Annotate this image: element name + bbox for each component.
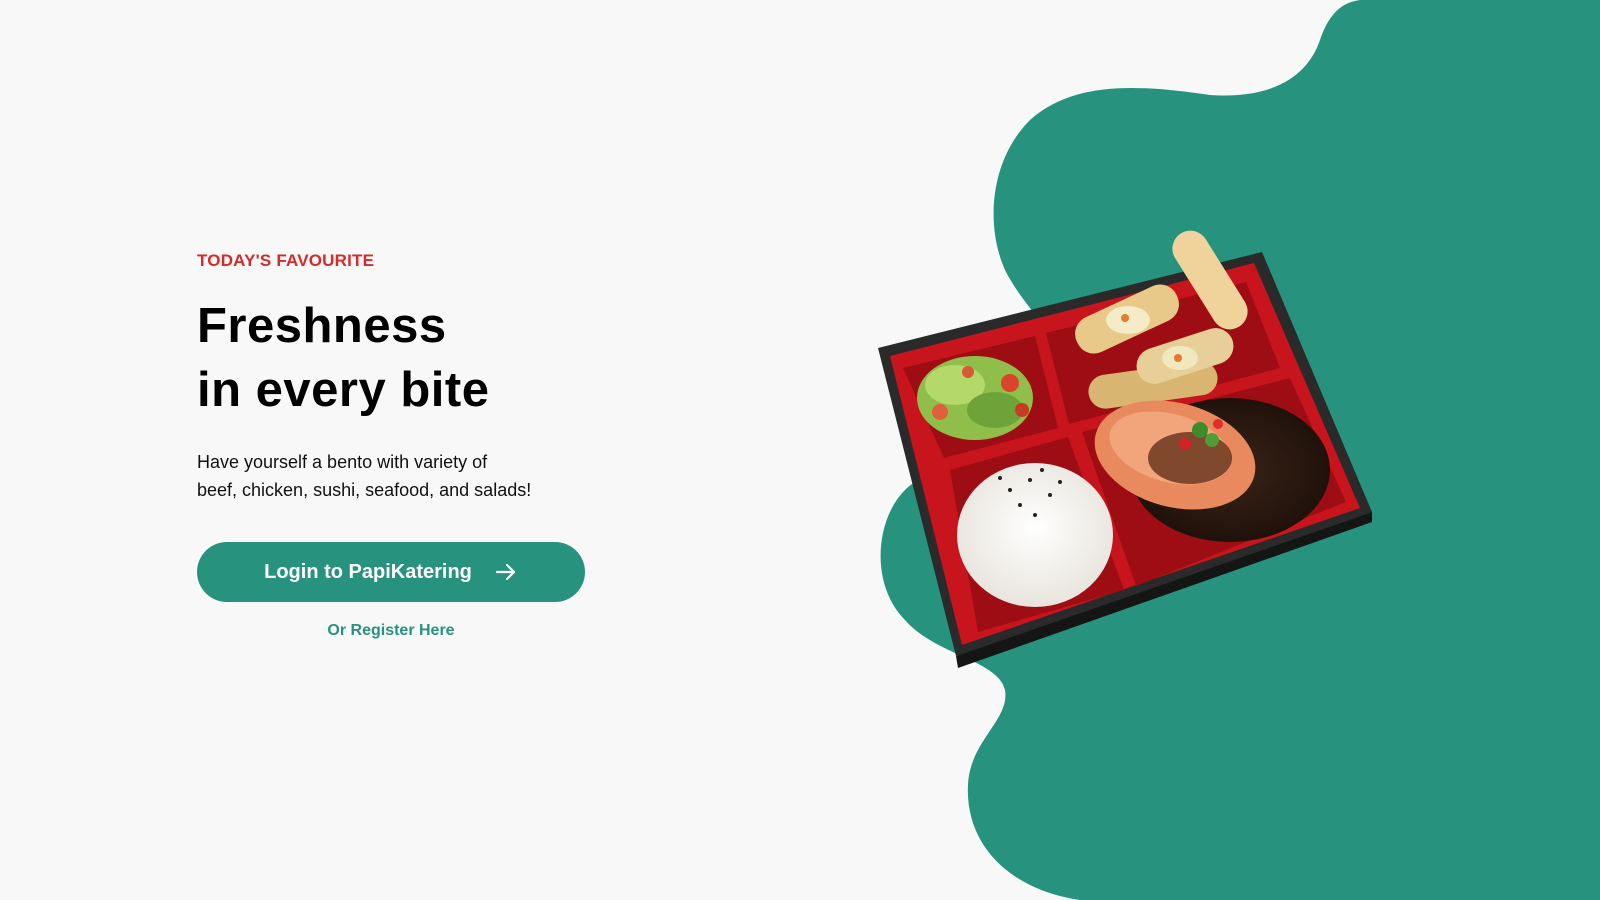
eyebrow-label: TODAY'S FAVOURITE bbox=[197, 251, 375, 270]
arrow-right-icon bbox=[495, 563, 515, 581]
description: Have yourself a bento with variety of be… bbox=[197, 448, 617, 504]
login-button[interactable]: Login to PapiKatering bbox=[197, 542, 585, 602]
headline-line-2: in every bite bbox=[197, 363, 490, 417]
headline-line-1: Freshness bbox=[197, 299, 447, 353]
landing-page: TODAY'S FAVOURITE Freshness in every bit… bbox=[0, 0, 1600, 900]
headline: Freshness in every bite bbox=[197, 294, 617, 422]
register-link[interactable]: Or Register Here bbox=[197, 622, 585, 640]
hero-section: TODAY'S FAVOURITE Freshness in every bit… bbox=[197, 248, 617, 640]
login-button-label: Login to PapiKatering bbox=[264, 560, 472, 583]
description-line-2: beef, chicken, sushi, seafood, and salad… bbox=[197, 480, 532, 500]
description-line-1: Have yourself a bento with variety of bbox=[197, 452, 488, 472]
